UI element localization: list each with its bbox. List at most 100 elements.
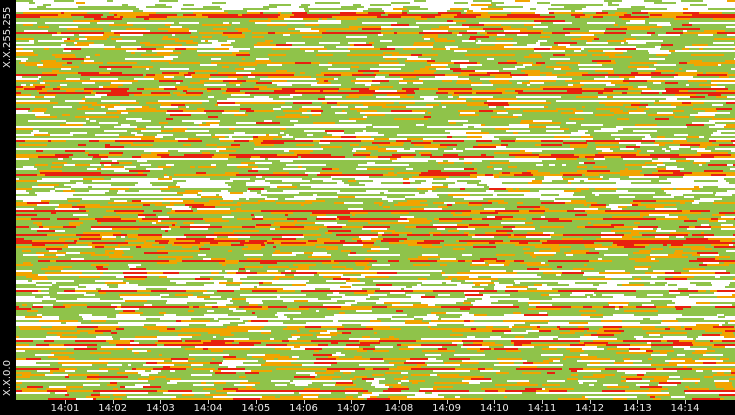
heatmap-cell [209,78,229,80]
heatmap-cell [606,46,609,48]
heatmap-cell [673,28,692,30]
heatmap-cell [19,326,41,328]
heatmap-cell [499,362,514,364]
heatmap-cell [158,166,171,168]
heatmap-cell [116,314,140,316]
heatmap-cell [91,254,100,256]
heatmap-cell [433,224,457,226]
heatmap-cell [540,86,558,88]
heatmap-cell [671,104,693,106]
heatmap-cell [57,234,76,236]
heatmap-cell [487,90,505,92]
heatmap-cell [105,250,123,252]
heatmap-cell [605,76,608,78]
heatmap-cell [423,74,431,76]
heatmap-cell [541,246,553,248]
heatmap-cell [590,32,604,34]
heatmap-cell [275,348,291,350]
heatmap-cell [267,64,282,66]
heatmap-cell [480,348,491,350]
heatmap-cell [237,218,252,220]
heatmap-cell [355,178,365,180]
heatmap-cell [480,258,497,260]
heatmap-cell [316,334,337,336]
heatmap-cell [694,62,705,64]
heatmap-cell [422,282,442,284]
heatmap-cell [204,84,226,86]
heatmap-cell [169,62,176,64]
heatmap-cell [278,74,294,76]
heatmap-cell [543,88,553,90]
heatmap-cell [135,336,157,338]
heatmap-cell [154,148,159,150]
heatmap-cell [366,186,373,188]
heatmap-cell [136,360,144,362]
heatmap-cell [314,362,337,364]
heatmap-cell [252,36,264,38]
heatmap-cell [35,164,48,166]
heatmap-cell [496,4,515,6]
heatmap-cell [176,46,187,48]
heatmap-cell [417,260,423,262]
heatmap-cell [146,126,161,128]
heatmap-cell [610,110,623,112]
heatmap-cell [478,192,491,194]
heatmap-cell [352,74,357,76]
heatmap-cell [599,300,608,302]
heatmap-cell [247,190,250,192]
heatmap-cell [178,114,191,116]
heatmap-cell [16,88,24,90]
heatmap-cell [469,202,492,204]
heatmap-cell [222,216,234,218]
heatmap-cell [91,92,96,94]
heatmap-cell [574,346,581,348]
heatmap-cell [511,234,514,236]
heatmap-cell [356,14,361,16]
heatmap-cell [653,338,666,340]
heatmap-cell [348,318,364,320]
heatmap-cell [226,90,240,92]
heatmap-cell [537,236,551,238]
heatmap-cell [590,90,613,92]
heatmap-cell [158,100,175,102]
heatmap-cell [52,282,56,284]
heatmap-cell [344,348,352,350]
heatmap-cell [621,42,624,44]
heatmap-cell [618,50,627,52]
heatmap-cell [286,178,302,180]
heatmap-cell [85,112,106,114]
heatmap-cell [67,62,72,64]
heatmap-cell [506,350,521,352]
heatmap-cell [674,148,679,150]
heatmap-cell [278,364,302,366]
heatmap-cell [160,318,167,320]
heatmap-cell [201,202,220,204]
heatmap-cell [283,100,305,102]
heatmap-cell [621,6,631,8]
heatmap-cell [577,300,599,302]
heatmap-cell [141,246,165,248]
heatmap-cell [531,192,553,194]
heatmap-cell [637,210,650,212]
heatmap-cell [395,340,411,342]
heatmap-cell [38,210,51,212]
heatmap-cell [468,296,490,298]
heatmap-cell [346,96,359,98]
heatmap-cell [228,358,235,360]
heatmap-cell [379,64,388,66]
heatmap-cell [231,94,250,96]
heatmap-cell [219,150,236,152]
heatmap-cell [268,346,289,348]
heatmap-cell [246,300,262,302]
heatmap-cell [111,90,127,92]
heatmap-cell [543,360,553,362]
heatmap-cell [517,276,541,278]
heatmap-cell [107,68,111,70]
heatmap-cell [83,178,104,180]
heatmap-cell [531,318,534,320]
heatmap-cell [556,274,561,276]
heatmap-cell [25,328,38,330]
heatmap-cell [487,32,503,34]
heatmap-cell [421,296,435,298]
heatmap-cell [345,102,348,104]
